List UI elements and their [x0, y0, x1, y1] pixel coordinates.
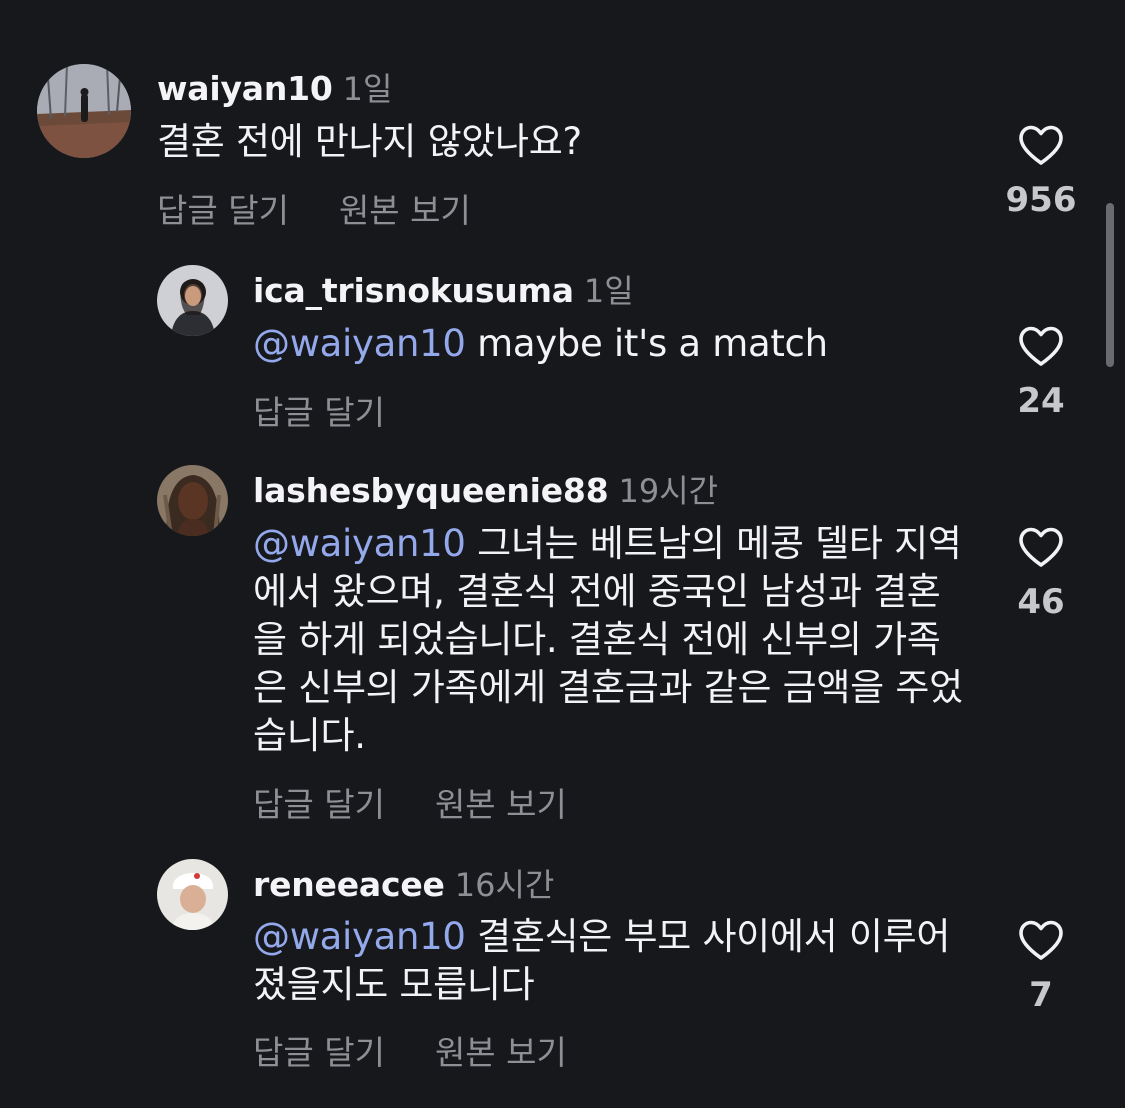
reply-reneeacee: reneeacee 16시간 @waiyan10 결혼식은 부모 사이에서 이루…: [0, 0, 1125, 1108]
see-original-button[interactable]: 원본 보기: [435, 1026, 567, 1074]
scrollbar[interactable]: [1106, 203, 1114, 367]
comment-username[interactable]: reneeacee: [253, 865, 445, 904]
reply-button[interactable]: 답글 달기: [253, 1026, 385, 1074]
like-count: 7: [1029, 975, 1053, 1015]
mention-link[interactable]: @waiyan10: [253, 915, 477, 958]
comment-text: @waiyan10 결혼식은 부모 사이에서 이루어졌을지도 모릅니다: [253, 913, 963, 1009]
heart-outline-icon[interactable]: [1017, 919, 1065, 961]
avatar[interactable]: [157, 859, 228, 930]
comment-time: 16시간: [454, 866, 555, 904]
